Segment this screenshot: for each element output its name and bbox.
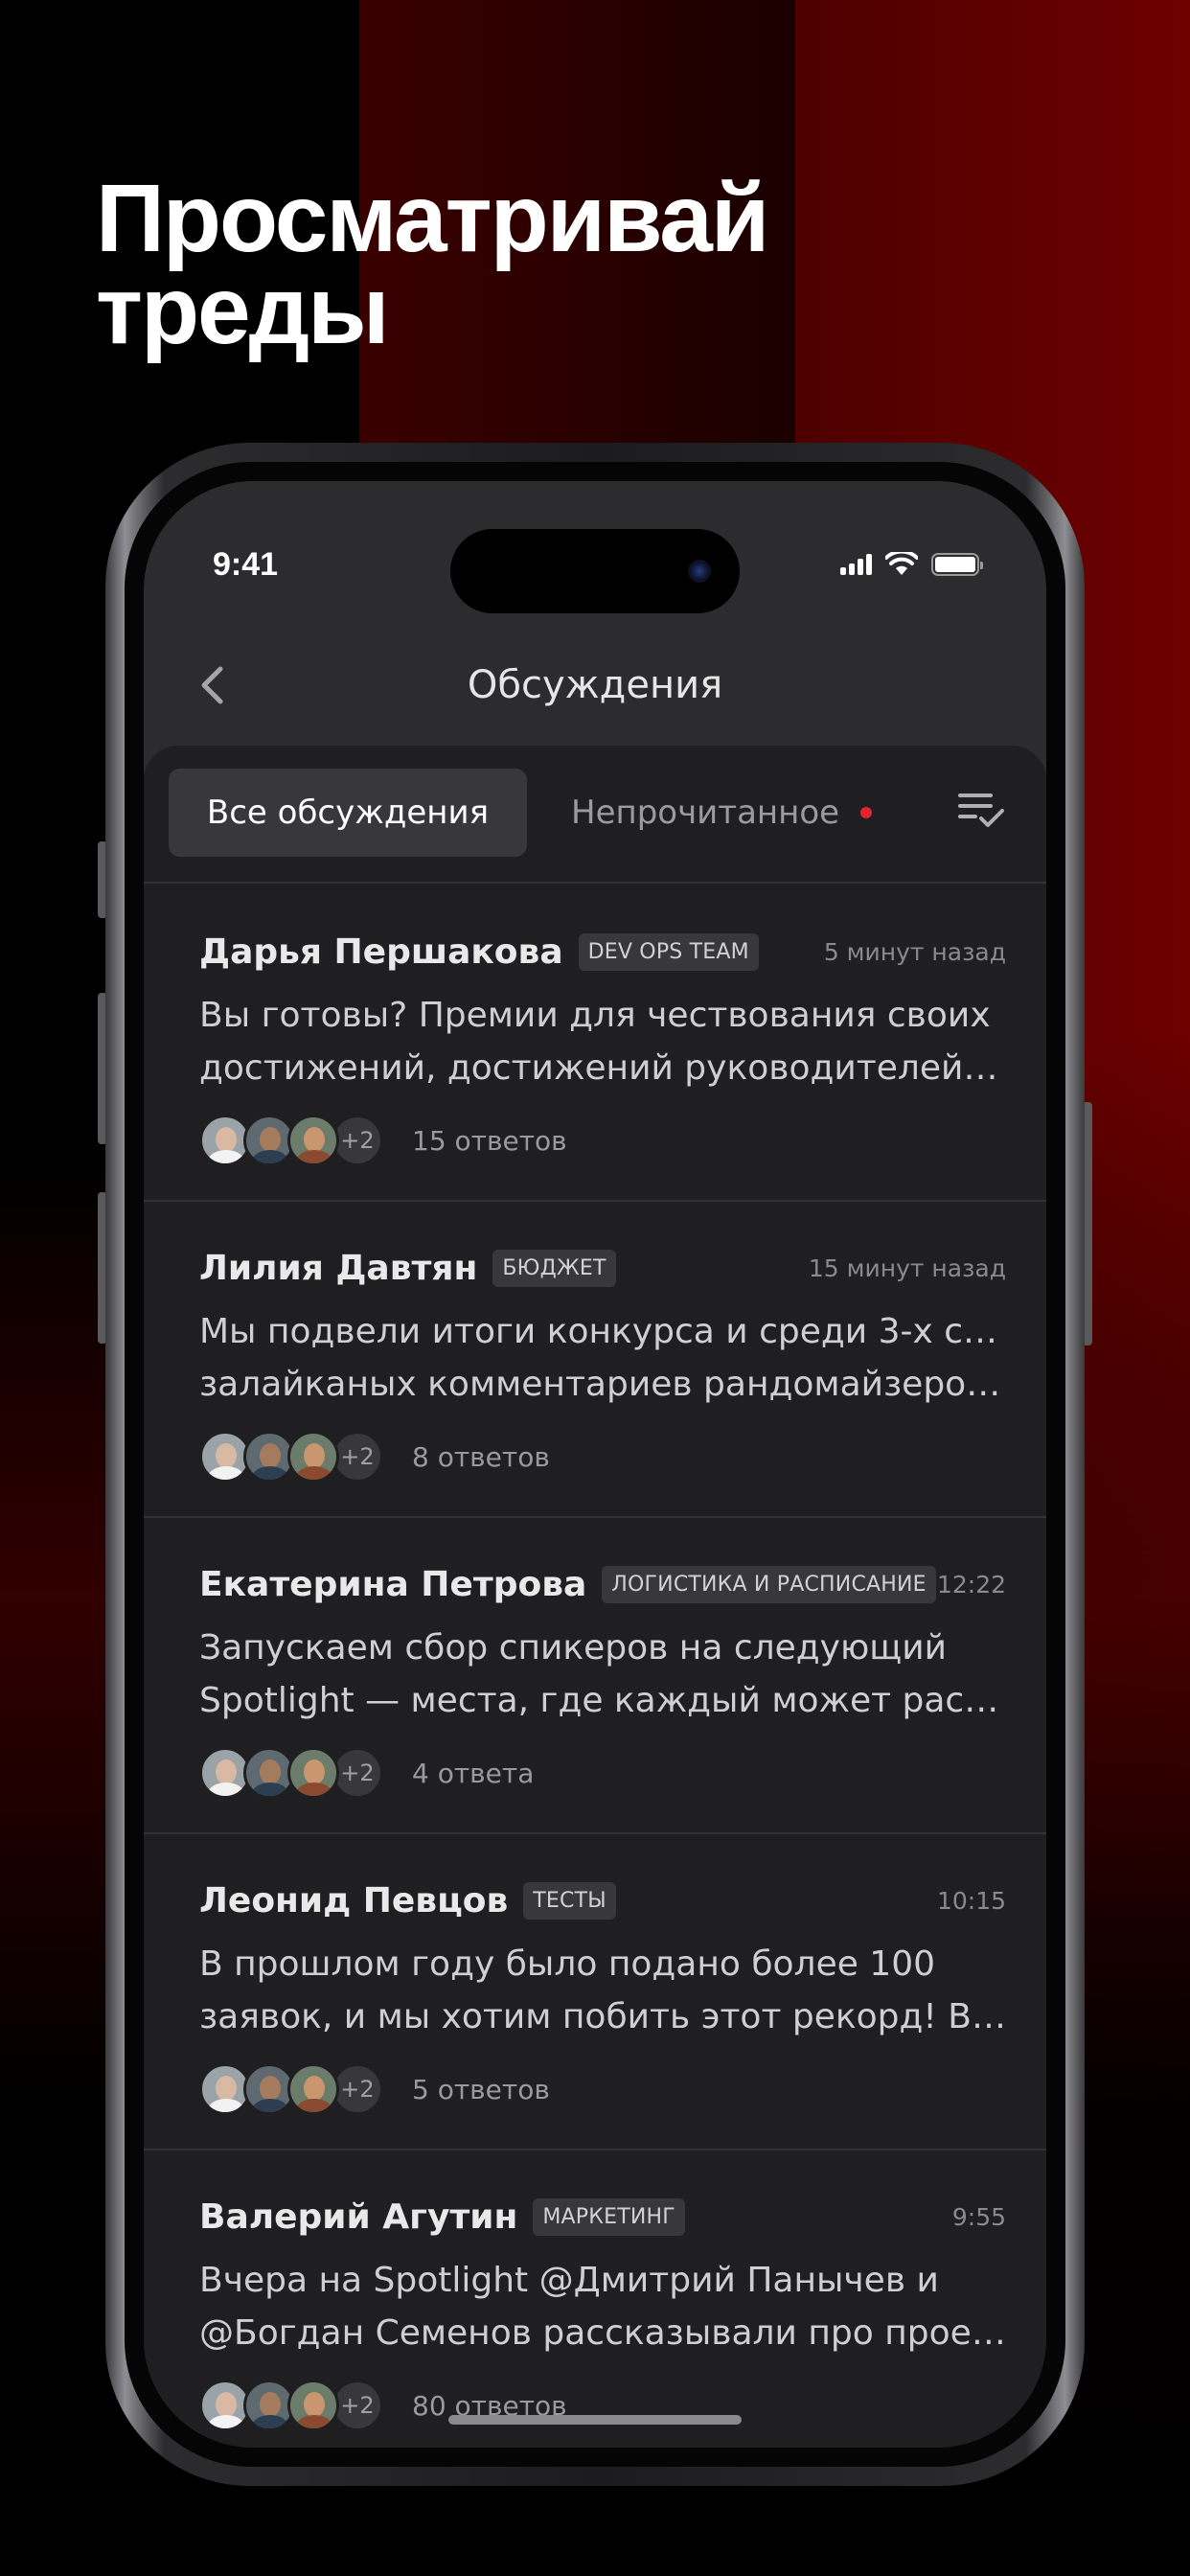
participants-avatars: +2 [199, 2380, 383, 2431]
thread-header: Леонид Певцов ТЕСТЫ 10:15 [199, 1876, 1006, 1924]
status-time: 9:41 [213, 546, 279, 583]
thread-preview-line: @Богдан Семенов рассказывали про проект.… [199, 2313, 1006, 2353]
participants-avatars: +2 [199, 1431, 383, 1483]
tab-unread-label: Непрочитанное [571, 794, 840, 832]
thread-meta: +2 8 ответов [199, 1430, 550, 1484]
more-participants-count: +2 [332, 1115, 383, 1166]
thread-item[interactable]: Дарья Першакова DEV OPS TEAM 5 минут наз… [144, 886, 1046, 1202]
dynamic-island [450, 529, 740, 613]
participants-avatars: +2 [199, 2063, 383, 2115]
headline-line-1: Просматривай [96, 165, 769, 272]
thread-preview-line: Вы готовы? Премии для чествования своих [199, 996, 991, 1035]
thread-preview: Вы готовы? Премии для чествования своих … [199, 989, 1006, 1094]
thread-tag: БЮДЖЕТ [492, 1249, 616, 1287]
thread-tag: ЛОГИСТИКА И РАСПИСАНИЕ [602, 1565, 936, 1603]
promo-headline: Просматривай треды [96, 165, 1054, 364]
tab-all-discussions[interactable]: Все обсуждения [169, 769, 527, 857]
thread-item[interactable]: Леонид Певцов ТЕСТЫ 10:15 В прошлом году… [144, 1834, 1046, 2150]
thread-author: Лилия Давтян [199, 1248, 478, 1288]
more-participants-count: +2 [332, 1431, 383, 1483]
thread-header: Екатерина Петрова ЛОГИСТИКА И РАСПИСАНИЕ… [199, 1560, 1006, 1608]
replies-count: 8 ответов [412, 1440, 550, 1473]
thread-tag: ТЕСТЫ [523, 1881, 616, 1920]
filter-checklist-icon[interactable] [958, 790, 1006, 832]
thread-tag: DEV OPS TEAM [578, 932, 759, 971]
thread-author: Дарья Першакова [199, 932, 563, 972]
camera-icon [688, 560, 711, 583]
thread-author: Екатерина Петрова [199, 1564, 587, 1604]
thread-preview: Запускаем сбор спикеров на следующий Spo… [199, 1622, 1006, 1727]
thread-time: 12:22 [936, 1570, 1006, 1598]
thread-item[interactable]: Лилия Давтян БЮДЖЕТ 15 минут назад Мы по… [144, 1202, 1046, 1518]
status-icons [840, 550, 983, 579]
thread-preview: Мы подвели итоги конкурса и среди 3-х са… [199, 1305, 1006, 1411]
avatar [287, 1747, 339, 1799]
thread-preview-line: залайканых комментариев рандомайзером в.… [199, 1365, 1006, 1404]
thread-preview-line: Spotlight — места, где каждый может расс… [199, 1681, 1006, 1720]
thread-meta: +2 4 ответа [199, 1746, 534, 1800]
avatar [287, 1115, 339, 1166]
thread-preview-line: Мы подвели итоги конкурса и среди 3-х са… [199, 1312, 1006, 1351]
tab-unread[interactable]: Непрочитанное [571, 769, 873, 857]
discussions-sheet: Все обсуждения Непрочитанное Дарья Перша… [144, 746, 1046, 2448]
thread-item[interactable]: Екатерина Петрова ЛОГИСТИКА И РАСПИСАНИЕ… [144, 1518, 1046, 1834]
replies-count: 4 ответа [412, 1757, 535, 1789]
thread-author: Леонид Певцов [199, 1880, 509, 1920]
battery-icon [931, 553, 983, 576]
tab-bar: Все обсуждения Непрочитанное [144, 746, 1046, 884]
thread-header: Лилия Давтян БЮДЖЕТ 15 минут назад [199, 1244, 1006, 1292]
avatar [287, 1431, 339, 1483]
more-participants-count: +2 [332, 1747, 383, 1799]
avatar [287, 2063, 339, 2115]
thread-preview-line: В прошлом году было подано более 100 [199, 1944, 936, 1984]
thread-preview-line: заявок, и мы хотим побить этот рекорд! В… [199, 1997, 1006, 2036]
thread-preview-line: достижений, достижений руководителей и к… [199, 1048, 1006, 1088]
participants-avatars: +2 [199, 1747, 383, 1799]
thread-preview: В прошлом году было подано более 100 зая… [199, 1938, 1006, 2043]
thread-item[interactable]: Валерий Агутин МАРКЕТИНГ 9:55 Вчера на S… [144, 2150, 1046, 2448]
thread-author: Валерий Агутин [199, 2196, 518, 2237]
wifi-icon [885, 552, 918, 575]
headline-line-2: треды [96, 257, 390, 364]
thread-tag: МАРКЕТИНГ [533, 2197, 685, 2236]
thread-preview-line: Запускаем сбор спикеров на следующий [199, 1628, 947, 1668]
thread-preview-line: Вчера на Spotlight @Дмитрий Панычев и [199, 2261, 939, 2300]
page-title: Обсуждения [467, 663, 723, 707]
replies-count: 15 ответов [412, 1124, 567, 1157]
thread-time: 5 минут назад [823, 937, 1006, 966]
thread-header: Дарья Першакова DEV OPS TEAM 5 минут наз… [199, 928, 1006, 976]
thread-meta: +2 5 ответов [199, 2062, 550, 2116]
participants-avatars: +2 [199, 1115, 383, 1166]
thread-header: Валерий Агутин МАРКЕТИНГ 9:55 [199, 2193, 1006, 2241]
home-indicator[interactable] [448, 2415, 742, 2425]
more-participants-count: +2 [332, 2380, 383, 2431]
threads-list: Дарья Першакова DEV OPS TEAM 5 минут наз… [144, 886, 1046, 2448]
navigation-bar: Обсуждения [144, 644, 1046, 730]
unread-dot-icon [860, 807, 873, 818]
avatar [287, 2380, 339, 2431]
thread-time: 10:15 [936, 1886, 1006, 1915]
thread-preview: Вчера на Spotlight @Дмитрий Панычев и @Б… [199, 2254, 1006, 2359]
cellular-signal-icon [840, 554, 872, 575]
phone-frame: 9:41 Обсуждения Все обсуждения Непрочита… [105, 443, 1085, 2486]
thread-time: 9:55 [951, 2202, 1006, 2231]
thread-meta: +2 15 ответов [199, 1114, 567, 1167]
more-participants-count: +2 [332, 2063, 383, 2115]
replies-count: 5 ответов [412, 2073, 550, 2105]
phone-bezel: 9:41 Обсуждения Все обсуждения Непрочита… [125, 462, 1065, 2467]
status-bar: 9:41 [144, 481, 1046, 625]
phone-screen: 9:41 Обсуждения Все обсуждения Непрочита… [144, 481, 1046, 2448]
thread-time: 15 минут назад [808, 1254, 1006, 1282]
